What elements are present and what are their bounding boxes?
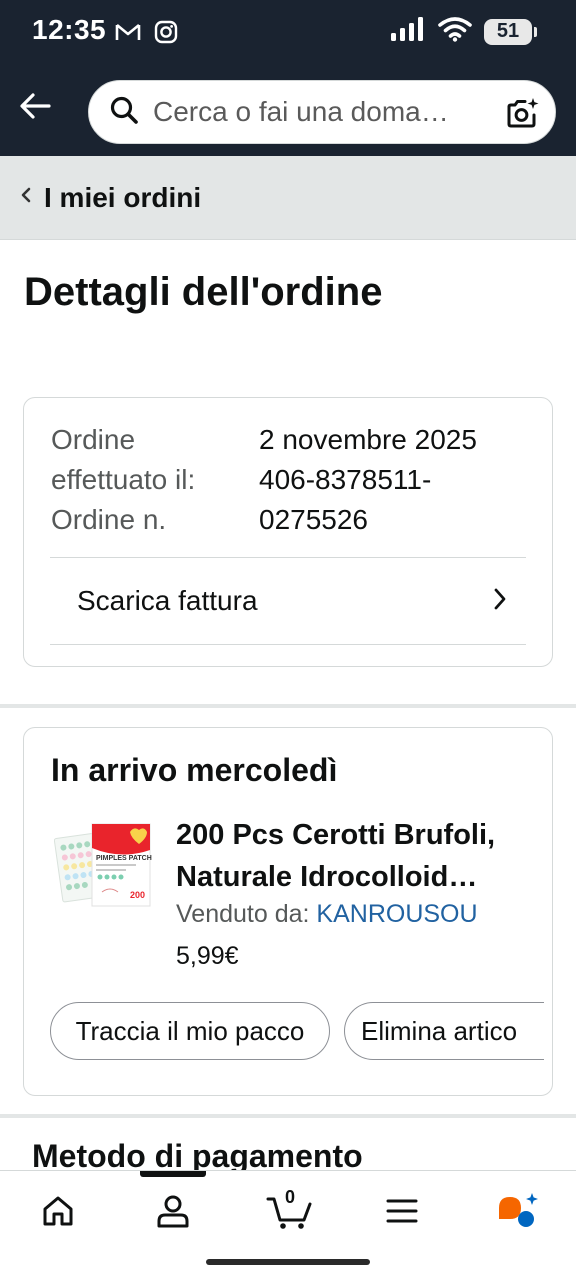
order-summary-card: Ordine effettuato il: Ordine n. 2 novemb… — [23, 397, 553, 667]
product-price: 5,99€ — [176, 942, 239, 970]
search-input[interactable] — [153, 96, 483, 128]
instagram-icon — [152, 18, 180, 51]
breadcrumb[interactable]: I miei ordini — [0, 156, 576, 240]
section-separator — [0, 1114, 576, 1118]
active-tab-indicator — [140, 1171, 206, 1177]
thumb-count-text: 200 — [130, 890, 145, 900]
status-app-icons — [114, 18, 180, 51]
status-time: 12:35 — [32, 14, 107, 45]
thumb-brand-text: PIMPLES PATCH — [96, 855, 152, 862]
download-invoice-label: Scarica fattura — [77, 585, 258, 616]
order-number-value: 406-8378511-0275526 — [259, 464, 432, 535]
menu-icon[interactable] — [372, 1189, 432, 1233]
chevron-left-icon — [20, 186, 32, 210]
chevron-right-icon — [492, 586, 508, 617]
track-package-button[interactable]: Traccia il mio pacco — [50, 1002, 330, 1060]
bottom-navigation: 0 — [0, 1170, 576, 1280]
seller-prefix: Venduto da: — [176, 900, 310, 928]
gmail-icon — [114, 18, 142, 51]
download-invoice-row[interactable]: Scarica fattura — [50, 558, 526, 644]
search-icon — [109, 95, 139, 130]
order-labels: Ordine effettuato il: Ordine n. — [51, 420, 251, 540]
signal-icon — [390, 16, 426, 47]
cart-count-badge: 0 — [284, 1187, 295, 1207]
battery-icon: 51 — [484, 18, 537, 45]
order-values: 2 novembre 2025 406-8378511-0275526 — [259, 420, 539, 540]
order-number-label: Ordine n. — [51, 504, 167, 535]
camera-search-icon[interactable] — [505, 95, 541, 136]
divider — [50, 644, 526, 645]
search-header — [0, 64, 576, 156]
delivery-heading: In arrivo mercoledì — [51, 752, 338, 788]
product-title[interactable]: 200 Pcs Cerotti Brufoli, Naturale Idroco… — [176, 814, 536, 898]
seller-name-link[interactable]: KANROUSOU — [316, 900, 477, 928]
rufus-assistant-icon[interactable] — [488, 1189, 548, 1233]
home-indicator-bar — [206, 1259, 370, 1265]
breadcrumb-label: I miei ordini — [44, 181, 202, 213]
wifi-icon — [438, 16, 472, 47]
cart-icon[interactable]: 0 — [260, 1187, 320, 1233]
delete-item-button[interactable]: Elimina artico — [344, 1002, 544, 1060]
home-icon[interactable] — [28, 1189, 88, 1233]
seller-line: Venduto da: KANROUSOU — [176, 900, 478, 929]
page-title: Dettagli dell'ordine — [24, 270, 383, 314]
section-separator — [0, 704, 576, 708]
back-arrow-icon[interactable] — [16, 86, 56, 126]
status-system-icons: 51 — [390, 16, 537, 47]
order-date-value: 2 novembre 2025 — [259, 424, 477, 455]
delivery-card: In arrivo mercoledì PIMPLES PATCH 200 20… — [23, 727, 553, 1096]
product-thumbnail[interactable]: PIMPLES PATCH 200 — [53, 820, 154, 910]
order-date-label: Ordine effettuato il: — [51, 424, 196, 495]
account-icon[interactable] — [143, 1189, 203, 1233]
search-box[interactable] — [88, 80, 556, 144]
status-bar: 12:35 51 — [0, 0, 576, 64]
